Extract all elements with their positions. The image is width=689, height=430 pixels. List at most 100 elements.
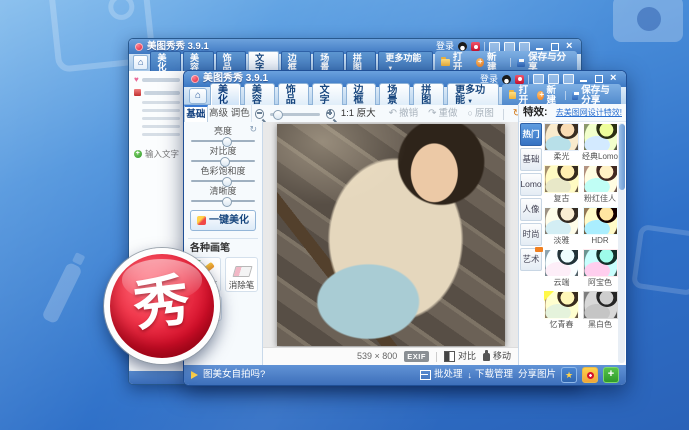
new-button[interactable]: 新建 — [537, 86, 559, 105]
camera-icon[interactable] — [515, 75, 524, 84]
panel-tab-tone[interactable]: 调色 — [229, 105, 251, 123]
effects-tab-basic[interactable]: 基础 — [520, 148, 542, 171]
megaphone-icon — [191, 371, 198, 379]
effects-tab-lomo[interactable]: Lomo — [520, 173, 542, 196]
open-button[interactable]: 打开 — [509, 86, 532, 105]
settings-icon[interactable] — [563, 74, 574, 84]
list-item[interactable] — [134, 125, 180, 128]
list-item[interactable] — [134, 89, 180, 96]
original-view-button[interactable]: 原图 — [467, 109, 493, 119]
qq-icon[interactable] — [458, 42, 467, 51]
zoom-level-label[interactable]: 1:1 原大 — [341, 109, 376, 119]
close-button[interactable] — [608, 74, 619, 84]
effect-youth-memory[interactable]: 忆青春 — [544, 291, 579, 332]
download-manager-button[interactable]: 下载管理 — [467, 370, 513, 380]
undo-button[interactable]: 撤销 — [389, 109, 418, 119]
login-link[interactable]: 登录 — [436, 42, 454, 51]
effect-hdr[interactable]: HDR — [582, 207, 618, 248]
effect-thumbnail[interactable] — [544, 291, 579, 319]
message-icon[interactable] — [504, 42, 515, 52]
favorites-button[interactable] — [561, 367, 577, 383]
effect-thumbnail[interactable] — [583, 165, 618, 193]
compare-button[interactable]: 对比 — [444, 351, 476, 362]
effect-thumbnail[interactable] — [544, 207, 579, 235]
panel-tab-advanced[interactable]: 高级 — [208, 105, 230, 123]
effect-thumbnail[interactable] — [583, 291, 618, 319]
close-button[interactable] — [564, 42, 575, 52]
effect-thumbnail[interactable] — [583, 123, 618, 151]
effect-cloud[interactable]: 云端 — [544, 249, 579, 290]
effect-thumbnail[interactable] — [583, 249, 618, 277]
minimize-button[interactable] — [534, 42, 545, 52]
camera-icon[interactable] — [471, 42, 480, 51]
effect-retro[interactable]: 复古 — [544, 165, 579, 206]
wallpaper-brush-icon — [41, 262, 83, 325]
compare-icon — [444, 351, 455, 362]
effect-thumbnail[interactable] — [544, 123, 579, 151]
undo-icon — [389, 109, 397, 119]
effect-thumbnail[interactable] — [583, 207, 618, 235]
slider-thumb[interactable] — [222, 177, 232, 187]
maximize-button[interactable] — [593, 74, 604, 84]
add-button[interactable] — [603, 367, 619, 383]
enter-text-button[interactable]: 输入文字 — [134, 150, 180, 159]
exif-badge[interactable]: EXIF — [404, 351, 429, 362]
tip-text[interactable]: 图美女自拍吗? — [203, 370, 265, 380]
zoom-slider[interactable] — [270, 113, 320, 116]
slider-thumb[interactable] — [222, 137, 232, 147]
list-item[interactable] — [134, 109, 180, 112]
zoom-in-icon[interactable] — [326, 109, 335, 119]
effect-classic-lomo[interactable]: 经典Lomo — [582, 123, 618, 164]
move-button[interactable]: 移动 — [483, 352, 511, 361]
panel-tab-basic[interactable]: 基础 — [184, 105, 208, 123]
effects-tab-fashion[interactable]: 时尚 — [520, 223, 542, 246]
effect-elegant[interactable]: 淡雅 — [544, 207, 579, 248]
message-icon[interactable] — [548, 74, 559, 84]
skin-icon[interactable] — [533, 74, 544, 84]
effect-thumbnail[interactable] — [544, 249, 579, 277]
app-icon — [135, 43, 143, 51]
effect-thumbnail[interactable] — [544, 165, 579, 193]
list-item[interactable] — [134, 101, 180, 104]
list-item[interactable] — [134, 133, 180, 136]
qq-icon[interactable] — [502, 75, 511, 84]
effect-abao-color[interactable]: 阿宝色 — [582, 249, 618, 290]
settings-icon[interactable] — [519, 42, 530, 52]
effect-pink-lady[interactable]: 粉红佳人 — [582, 165, 618, 206]
effect-soft-light[interactable]: 柔光 — [544, 123, 579, 164]
slider-track[interactable] — [191, 200, 255, 202]
zoom-slider-thumb[interactable] — [273, 110, 283, 120]
eraser-pen-button[interactable]: 消除笔 — [225, 257, 258, 292]
slider-track[interactable] — [191, 180, 255, 182]
editor-window: 美图秀秀 3.9.1 登录 美化 美容 饰品 文字 边框 场景 拼图 更多功能 … — [183, 70, 627, 386]
scrollbar-thumb[interactable] — [619, 124, 625, 190]
save-share-button[interactable]: 保存与分享 — [572, 86, 614, 105]
effects-tab-art[interactable]: 艺术 — [520, 248, 542, 271]
list-item[interactable] — [134, 117, 180, 120]
home-tab[interactable] — [189, 88, 207, 104]
effects-scrollbar[interactable] — [618, 123, 625, 363]
home-tab[interactable] — [133, 55, 148, 70]
skin-icon[interactable] — [489, 42, 500, 52]
slider-thumb[interactable] — [222, 197, 232, 207]
minimize-button[interactable] — [578, 74, 589, 84]
slider-contrast: 对比度 — [191, 147, 255, 162]
meitu-xiuxiu-logo: 秀 — [104, 248, 220, 364]
slider-thumb[interactable] — [220, 157, 230, 167]
batch-process-button[interactable]: 批处理 — [420, 370, 463, 380]
meitu-camera-button[interactable] — [582, 367, 598, 383]
slider-track[interactable] — [191, 140, 255, 142]
effects-tab-hot[interactable]: 热门 — [520, 123, 542, 146]
share-picture-button[interactable]: 分享图片 — [518, 370, 556, 380]
effect-black-white[interactable]: 黑白色 — [582, 291, 618, 332]
effects-link[interactable]: 去美图网设计特效! — [556, 109, 622, 117]
editor-bottombar: 图美女自拍吗? 批处理 下载管理 分享图片 — [184, 365, 626, 385]
list-item[interactable] — [134, 76, 180, 84]
effects-tab-portrait[interactable]: 人像 — [520, 198, 542, 221]
redo-button[interactable]: 重做 — [428, 109, 457, 119]
maximize-button[interactable] — [549, 42, 560, 52]
reset-sliders-icon[interactable] — [249, 125, 257, 134]
zoom-out-icon[interactable] — [255, 109, 264, 119]
one-key-beautify-button[interactable]: 一键美化 — [190, 210, 256, 231]
slider-track[interactable] — [191, 160, 255, 162]
